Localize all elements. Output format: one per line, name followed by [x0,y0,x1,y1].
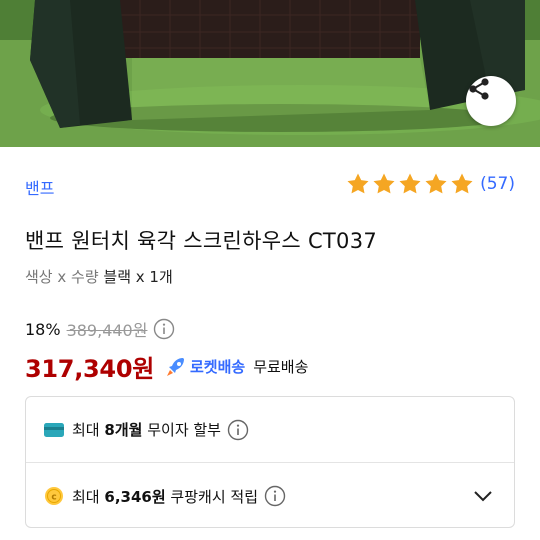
installment-text: 최대 8개월 무이자 할부 [72,419,221,440]
cashback-prefix: 최대 [72,487,100,506]
star-icon [451,173,473,194]
cashback-suffix: 쿠팡캐시 적립 [170,487,258,506]
shipping-label: 무료배송 [253,358,309,376]
option-key: 색상 x 수량 [25,268,99,286]
star-icon [347,173,369,194]
tent-photo [0,0,540,147]
info-icon[interactable] [264,485,286,507]
star-rating [346,172,474,196]
share-icon [469,78,489,100]
review-count: (57) [480,174,515,194]
info-icon[interactable] [153,318,175,340]
sale-price-row: 317,340원 로켓배송 무료배송 [25,349,308,384]
discount-rate: 18% [25,319,61,339]
original-price-row: 18% 389,440원 [25,317,175,341]
original-price: 389,440원 [66,321,148,340]
rocket-icon [167,357,184,376]
cashback-amount: 6,346원 [104,487,166,506]
product-image [0,0,540,147]
star-icon [373,173,395,194]
cashback-text: 최대 6,346원 쿠팡캐시 적립 [72,486,258,507]
info-icon[interactable] [227,419,249,441]
svg-text:c: c [51,493,56,503]
cashback-benefit[interactable]: c 최대 6,346원 쿠팡캐시 적립 [26,463,514,529]
installment-months: 8개월 [104,421,143,439]
installment-suffix: 무이자 할부 [147,421,221,439]
card-icon [44,422,64,437]
star-icon [425,173,447,194]
brand-rating-row: 밴프 (57) [25,172,515,200]
rocket-delivery-badge: 로켓배송 [164,355,245,379]
share-button[interactable] [466,76,516,126]
rating-summary[interactable]: (57) [346,172,515,196]
brand-link[interactable]: 밴프 [25,175,54,199]
option-value: 블랙 x 1개 [103,268,173,286]
product-title: 밴프 원터치 육각 스크린하우스 CT037 [25,229,378,253]
option-summary: 색상 x 수량 블랙 x 1개 [25,266,173,287]
installment-prefix: 최대 [72,421,100,439]
chevron-down-icon[interactable] [472,485,494,507]
benefits-box: 최대 8개월 무이자 할부 c 최대 6,346원 쿠팡캐시 적립 [25,396,515,528]
installment-benefit[interactable]: 최대 8개월 무이자 할부 [26,397,514,463]
rocket-label: 로켓배송 [190,358,246,376]
star-icon [399,173,421,194]
coin-icon: c [45,487,63,505]
sale-price: 317,340원 [25,355,154,383]
